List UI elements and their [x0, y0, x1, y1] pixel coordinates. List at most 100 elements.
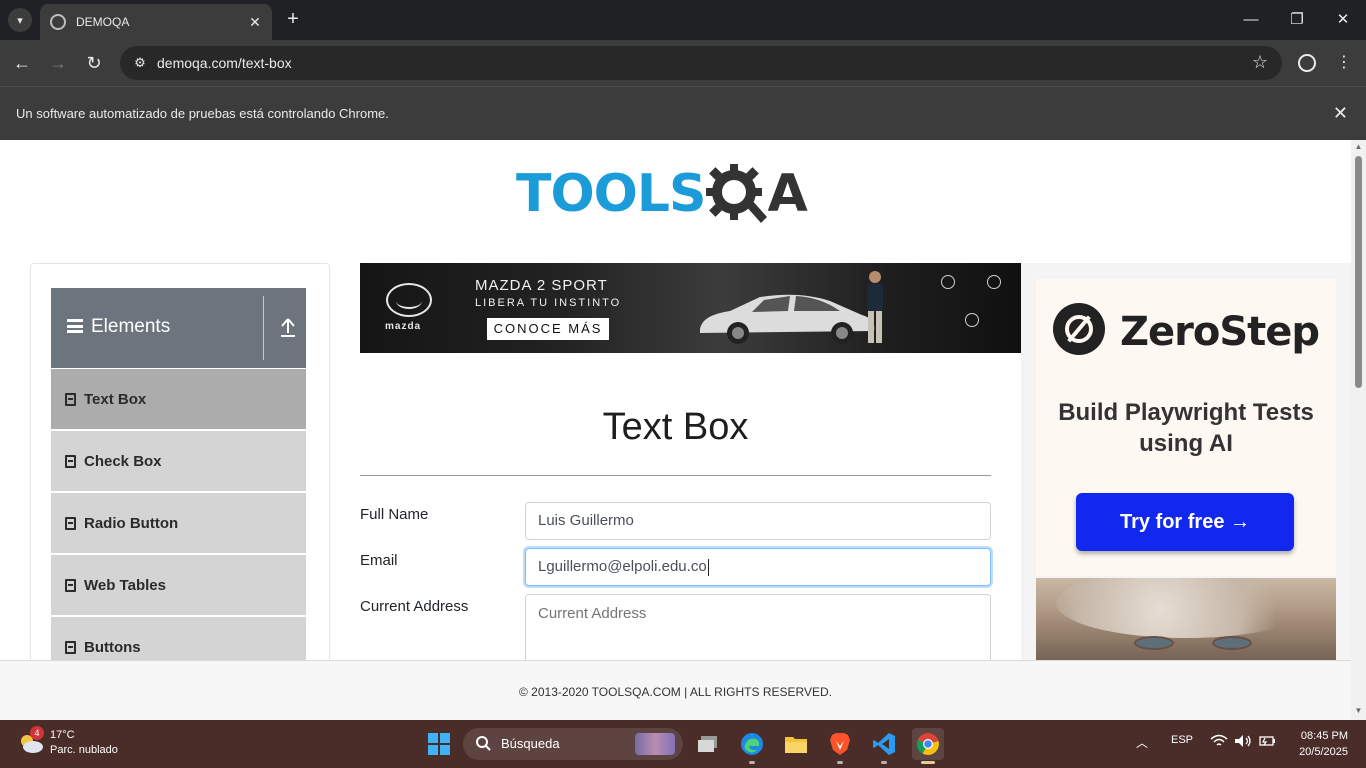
sidebar-item-radio-button[interactable]: Radio Button: [51, 493, 306, 555]
tray-overflow-chevron-icon[interactable]: ︿: [1136, 734, 1148, 751]
page-viewport: TOOLS A Elements Text Box Check Box Radi…: [0, 140, 1351, 660]
sidebar-item-label: Check Box: [84, 452, 162, 470]
html-file-icon: [65, 578, 76, 592]
feature-icon: [987, 275, 1001, 289]
current-address-label: Current Address: [360, 598, 469, 615]
mazda-subline: LIBERA TU INSTINTO: [475, 297, 622, 309]
automation-infobar: Un software automatizado de pruebas está…: [0, 86, 1366, 140]
email-label: Email: [360, 552, 398, 569]
site-settings-icon[interactable]: ⚙: [130, 53, 150, 73]
person-image: [867, 271, 883, 343]
elements-menu: Text Box Check Box Radio Button Web Tabl…: [51, 369, 306, 660]
html-file-icon: [65, 454, 76, 468]
current-address-textarea[interactable]: Current Address: [525, 594, 991, 660]
html-file-icon: [65, 640, 76, 654]
mazda-cta-button[interactable]: CONOCE MÁS: [487, 318, 609, 340]
collapse-up-icon[interactable]: [279, 316, 297, 338]
email-input-value: Lguillermo@elpoli.edu.co: [538, 558, 707, 575]
battery-icon[interactable]: [1258, 734, 1276, 751]
brave-browser-icon[interactable]: [824, 728, 856, 764]
logo-a-text: A: [767, 164, 808, 224]
sidebar-item-label: Buttons: [84, 638, 141, 656]
email-input[interactable]: Lguillermo@elpoli.edu.co: [525, 548, 991, 586]
sidebar-item-label: Web Tables: [84, 576, 166, 594]
title-divider: [360, 475, 991, 476]
restore-icon[interactable]: ❐: [1283, 8, 1311, 32]
tab-close-icon[interactable]: ✕: [246, 14, 264, 31]
clock-time: 08:45 PM: [1300, 730, 1348, 742]
weather-notification-badge: 4: [30, 726, 44, 740]
hamburger-icon: [67, 319, 83, 333]
vscode-icon[interactable]: [868, 728, 900, 764]
weather-description: Parc. nublado: [50, 744, 118, 756]
menu-kebab-icon[interactable]: ⋮: [1333, 52, 1355, 74]
tab-favicon-icon: [50, 14, 66, 30]
full-name-label: Full Name: [360, 506, 429, 523]
zerostep-ad[interactable]: ZeroStep Build Playwright Tests using AI…: [1036, 279, 1336, 576]
new-tab-plus-icon[interactable]: +: [282, 9, 304, 31]
page-scrollbar[interactable]: ▲ ▼: [1351, 140, 1366, 720]
sidebar-item-buttons[interactable]: Buttons: [51, 617, 306, 660]
current-address-placeholder: Current Address: [538, 605, 647, 622]
feature-icon: [965, 313, 979, 327]
window-close-icon[interactable]: ✕: [1329, 8, 1357, 32]
feature-icon: [941, 275, 955, 289]
browser-tab[interactable]: DEMOQA ✕: [40, 4, 272, 40]
address-bar[interactable]: ⚙ demoqa.com/text-box ☆: [120, 46, 1282, 80]
profile-icon[interactable]: [1296, 52, 1318, 74]
sidebar-item-web-tables[interactable]: Web Tables: [51, 555, 306, 617]
try-for-free-button[interactable]: Try for free →: [1076, 493, 1294, 551]
right-ad-column: ZeroStep Build Playwright Tests using AI…: [1021, 263, 1351, 660]
volume-icon[interactable]: [1234, 734, 1252, 751]
infobar-message: Un software automatizado de pruebas está…: [16, 106, 389, 121]
minimize-icon[interactable]: —: [1237, 8, 1265, 32]
mazda-logo-icon: [386, 283, 432, 317]
car-image: [700, 294, 875, 344]
back-arrow-icon[interactable]: ←: [10, 52, 34, 74]
sidebar-item-label: Text Box: [84, 390, 147, 408]
scroll-thumb[interactable]: [1355, 156, 1362, 388]
html-file-icon: [65, 516, 76, 530]
sidebar-item-label: Radio Button: [84, 514, 179, 532]
zerostep-brand: ZeroStep: [1120, 309, 1320, 355]
html-file-icon: [65, 392, 76, 406]
windows-taskbar: 4 17°C Parc. nublado Búsqueda ︿ ESP 08:4…: [0, 720, 1366, 768]
edge-browser-icon[interactable]: [736, 728, 768, 764]
reload-icon[interactable]: ↻: [82, 52, 106, 74]
group-divider: [263, 296, 264, 360]
infobar-close-icon[interactable]: ✕: [1333, 103, 1348, 124]
system-clock[interactable]: 08:45 PM 20/5/2025: [1290, 728, 1348, 760]
address-url[interactable]: demoqa.com/text-box: [157, 55, 292, 71]
page-title: Text Box: [602, 406, 749, 448]
toolsqa-logo[interactable]: TOOLS A: [516, 156, 808, 232]
task-view-icon[interactable]: [692, 728, 724, 760]
browser-titlebar: ▾ DEMOQA ✕ + — ❐ ✕: [0, 0, 1366, 40]
weather-widget[interactable]: 4 17°C Parc. nublado: [16, 726, 156, 762]
taskbar-search[interactable]: Búsqueda: [463, 728, 683, 760]
logo-tools-text: TOOLS: [516, 164, 706, 224]
sidebar-item-text-box[interactable]: Text Box: [51, 369, 306, 431]
group-title: Elements: [91, 316, 171, 337]
elements-group-header[interactable]: Elements: [51, 288, 306, 368]
sidebar-item-check-box[interactable]: Check Box: [51, 431, 306, 493]
bookmark-star-icon[interactable]: ☆: [1252, 52, 1268, 73]
windows-start-icon[interactable]: [428, 733, 450, 755]
search-highlight-image: [635, 733, 675, 755]
input-language[interactable]: ESP: [1171, 734, 1193, 746]
full-name-input[interactable]: Luis Guillermo: [525, 502, 991, 540]
browser-toolbar: ← → ↻ ⚙ demoqa.com/text-box ☆ ⋮: [0, 40, 1366, 86]
tab-search-chevron-icon[interactable]: ▾: [8, 8, 32, 32]
wifi-icon[interactable]: [1210, 734, 1228, 751]
mazda-brand: mazda: [385, 321, 422, 332]
scroll-up-icon[interactable]: ▲: [1353, 142, 1364, 152]
left-sidebar: Elements Text Box Check Box Radio Button: [30, 263, 330, 660]
mazda-headline: MAZDA 2 SPORT: [475, 277, 608, 294]
mazda-ad-banner[interactable]: mazda MAZDA 2 SPORT LIBERA TU INSTINTO C…: [360, 263, 1021, 353]
chrome-icon[interactable]: [912, 728, 944, 764]
ad-photo-image[interactable]: [1036, 578, 1336, 660]
forward-arrow-icon[interactable]: →: [46, 52, 70, 74]
scroll-down-icon[interactable]: ▼: [1353, 706, 1364, 716]
clock-date: 20/5/2025: [1299, 746, 1348, 758]
page-footer: © 2013-2020 TOOLSQA.COM | ALL RIGHTS RES…: [0, 660, 1351, 720]
file-explorer-icon[interactable]: [780, 728, 812, 760]
